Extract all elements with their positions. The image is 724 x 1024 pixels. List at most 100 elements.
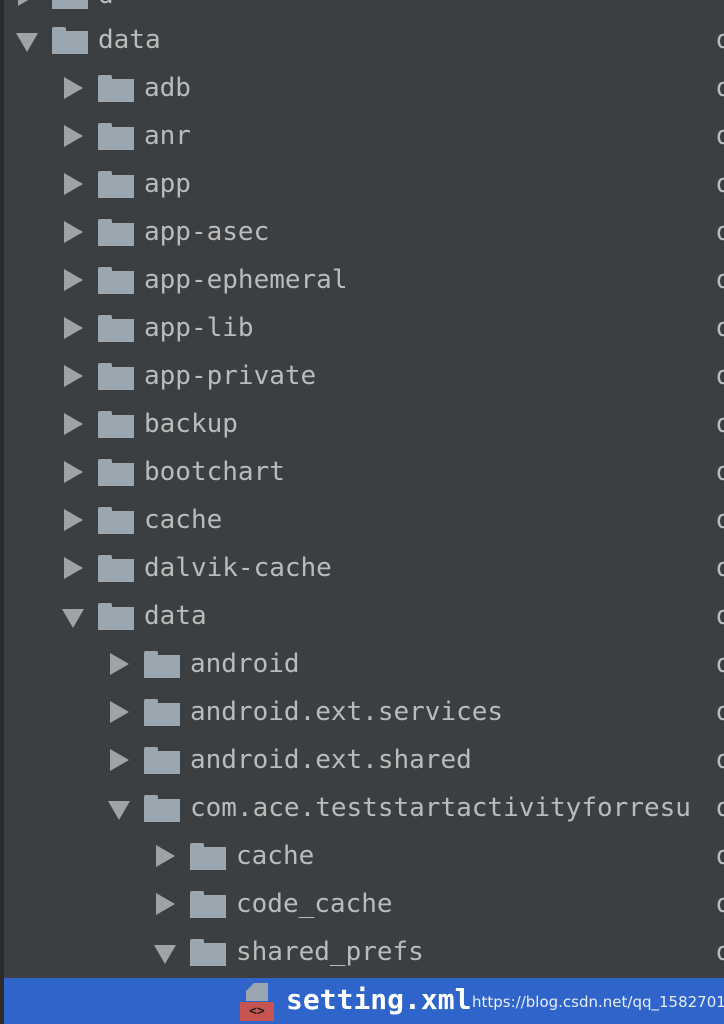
tree-item-label: app-ephemeral [144,265,348,295]
tree-row-app-asec[interactable]: app-asec d [0,208,724,256]
tree-item-label: android [190,649,300,679]
chevron-right-icon[interactable] [148,832,176,880]
folder-icon [98,544,134,592]
tree-item-label: adb [144,73,191,103]
tree-row-data-data[interactable]: data d [0,592,724,640]
tree-item-extra: d [716,601,724,631]
tree-row-setting-xml-selected[interactable]: <> setting.xml https://blog.csdn.net/qq_… [4,978,724,1024]
tree-item-extra: d [716,937,724,967]
tree-row-backup[interactable]: backup d [0,400,724,448]
folder-icon [52,16,88,64]
tree-item-label-selected: setting.xml [286,983,472,1016]
tree-item-label: app-private [144,361,317,391]
chevron-right-icon[interactable] [102,736,130,784]
tree-item-label: data [144,601,207,631]
chevron-right-icon[interactable] [56,112,84,160]
chevron-down-icon[interactable] [12,16,40,64]
folder-icon [144,736,180,784]
tree-row-pkg-cache[interactable]: cache d [0,832,724,880]
xml-file-icon: <> [240,983,274,1021]
folder-icon [98,112,134,160]
tree-row-code-cache[interactable]: code_cache d [0,880,724,928]
tree-item-extra: d [716,697,724,727]
tree-item-extra: d [716,889,724,919]
chevron-right-icon[interactable] [56,544,84,592]
tree-item-extra: d [716,409,724,439]
tree-item-label: cache [236,841,315,871]
tree-item-label: backup [144,409,238,439]
chevron-right-icon[interactable] [56,496,84,544]
chevron-down-icon[interactable] [58,592,86,640]
tree-row-android-ext-shared[interactable]: android.ext.shared d [0,736,724,784]
folder-icon [98,496,134,544]
chevron-right-icon[interactable] [148,880,176,928]
tree-item-extra: d [716,25,724,55]
tree-row-bootchart[interactable]: bootchart d [0,448,724,496]
tree-item-label: shared_prefs [236,937,424,967]
folder-icon [98,352,134,400]
tree-item-label: anr [144,121,191,151]
tree-item-label: android.ext.shared [190,745,472,775]
folder-icon [190,880,226,928]
folder-icon [98,256,134,304]
tree-item-extra: d [716,313,724,343]
xml-file-badge: <> [240,1002,274,1021]
folder-icon [98,304,134,352]
tree-item-extra: d [716,169,724,199]
folder-icon [190,928,226,976]
chevron-down-icon[interactable] [150,928,178,976]
watermark-text: https://blog.csdn.net/qq_15827013 [472,993,724,1011]
tree-row-anr[interactable]: anr d [0,112,724,160]
folder-icon [98,208,134,256]
chevron-right-icon[interactable] [102,688,130,736]
tree-item-extra: d [716,505,724,535]
tree-item-extra: d [716,265,724,295]
tree-item-extra: d [716,121,724,151]
tree-item-extra: d [716,841,724,871]
tree-row-shared-prefs[interactable]: shared_prefs d [0,928,724,976]
folder-icon [144,640,180,688]
chevron-down-icon[interactable] [104,784,132,832]
chevron-right-icon[interactable] [56,160,84,208]
chevron-right-icon[interactable] [56,448,84,496]
tree-item-extra: d [716,649,724,679]
tree-row-data[interactable]: data d [0,16,724,64]
tree-item-extra: d [716,457,724,487]
tree-item-label: bootchart [144,457,285,487]
tree-item-extra: d [716,793,724,823]
tree-item-label: cache [144,505,223,535]
tree-item-label: android.ext.services [190,697,504,727]
tree-row-app-private[interactable]: app-private d [0,352,724,400]
chevron-right-icon[interactable] [56,208,84,256]
chevron-right-icon[interactable] [56,400,84,448]
tree-row-cache[interactable]: cache d [0,496,724,544]
tree-item-extra: d [716,361,724,391]
folder-icon [98,64,134,112]
tree-row-android[interactable]: android d [0,640,724,688]
folder-icon [98,592,134,640]
chevron-right-icon[interactable] [56,256,84,304]
folder-icon [98,400,134,448]
folder-icon [190,832,226,880]
tree-item-label: code_cache [236,889,393,919]
chevron-right-icon[interactable] [56,64,84,112]
tree-item-label: data [98,25,161,55]
folder-icon [144,688,180,736]
tree-row-app[interactable]: app d [0,160,724,208]
chevron-right-icon[interactable] [56,352,84,400]
tree-row-app-lib[interactable]: app-lib d [0,304,724,352]
tree-row-dalvik-cache[interactable]: dalvik-cache d [0,544,724,592]
folder-icon [144,784,180,832]
folder-icon [98,160,134,208]
xml-file-fold [246,983,254,991]
chevron-right-icon[interactable] [56,304,84,352]
tree-row-adb[interactable]: adb d [0,64,724,112]
device-file-tree: d data d adb d anr d app d app-asec d ap… [0,0,724,1024]
tree-row-app-ephemeral[interactable]: app-ephemeral d [0,256,724,304]
tree-row-android-ext-services[interactable]: android.ext.services d [0,688,724,736]
folder-icon [98,448,134,496]
chevron-right-icon[interactable] [102,640,130,688]
tree-item-label: dalvik-cache [144,553,332,583]
tree-row-app-package[interactable]: com.ace.teststartactivityforresu d [0,784,724,832]
tree-item-label: app-asec [144,217,270,247]
